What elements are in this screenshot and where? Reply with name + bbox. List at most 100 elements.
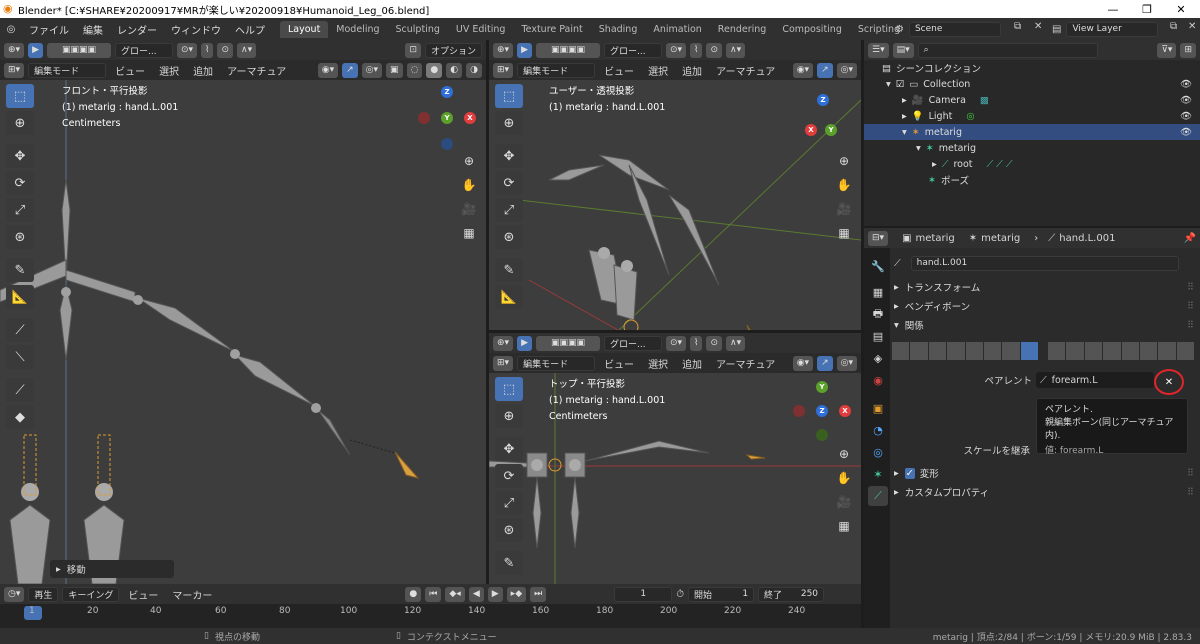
ortho-grid-icon[interactable]: ▦	[458, 222, 480, 244]
gizmo-neg-x[interactable]	[793, 405, 805, 417]
gizmo-neg-z[interactable]	[441, 138, 453, 150]
pivot-icon[interactable]: ⊙▾	[665, 335, 687, 351]
visibility-icon[interactable]: ◉▾	[792, 62, 814, 78]
gizmo-toggle-icon[interactable]: ↗	[342, 62, 358, 78]
shading-render-icon[interactable]: ◑	[466, 62, 482, 78]
gizmo-toggle-icon[interactable]: ↗	[817, 355, 833, 371]
pivot-icon[interactable]: ⊙▾	[665, 42, 687, 58]
outliner-item-pose[interactable]: ✶ ポーズ	[864, 172, 1200, 188]
cursor-tool-icon[interactable]: ⊕	[495, 404, 523, 428]
zoom-icon[interactable]: ⊕	[458, 150, 480, 172]
visibility-icon[interactable]: ◉▾	[792, 355, 814, 371]
move-tool-icon[interactable]: ✥	[495, 437, 523, 461]
new-collection-icon[interactable]: ⊞	[1180, 42, 1196, 58]
eye-icon[interactable]: 👁	[1180, 111, 1192, 122]
bone-layers-left[interactable]	[892, 342, 1038, 360]
gizmo-y[interactable]: Y	[825, 124, 837, 136]
panel-relations[interactable]: ▾ 関係 ⠿	[894, 316, 1200, 334]
outliner-item-light[interactable]: ▸ 💡 Light ◎ 👁	[864, 108, 1200, 124]
shading-material-icon[interactable]: ◐	[446, 62, 463, 78]
transform-tool-icon[interactable]: ⊛	[6, 225, 34, 249]
filter-icon[interactable]: ⊽▾	[1157, 42, 1177, 58]
gizmo-neg-x[interactable]	[418, 112, 430, 124]
current-frame-field[interactable]: 1	[614, 586, 673, 602]
menu-keying[interactable]: キーイング	[62, 586, 120, 602]
editor-type-icon[interactable]: ⊞▾	[4, 62, 25, 78]
end-frame-field[interactable]: 終了 250	[758, 586, 825, 602]
menu-armature[interactable]: アーマチュア	[222, 63, 291, 78]
select-box-buttons[interactable]: ▣▣▣▣	[535, 335, 600, 351]
cursor-tool-icon[interactable]: ⊕	[495, 111, 523, 135]
falloff-icon[interactable]: ∧▾	[726, 42, 746, 58]
checkbox-icon[interactable]: ☑	[896, 79, 905, 90]
clear-parent-button[interactable]: ✕	[1154, 369, 1184, 395]
outliner-item-root[interactable]: ▸ ⟋ root ⟋ ⟋ ⟋	[864, 156, 1200, 172]
transform-orientation[interactable]: グロー...	[603, 335, 662, 351]
menu-file[interactable]: ファイル	[22, 22, 76, 37]
last-operator-panel[interactable]: ▸ 移動	[50, 560, 174, 578]
view-layer-name[interactable]: View Layer	[1066, 21, 1159, 37]
scene-selector[interactable]: ⚙ Scene	[895, 21, 1010, 37]
camera-view-icon[interactable]: 🎥	[458, 198, 480, 220]
blender-menu-icon[interactable]: ◎	[0, 24, 22, 35]
select-box-buttons[interactable]: ▣▣▣▣	[535, 42, 600, 58]
render-tab-icon[interactable]: ▦	[868, 282, 888, 302]
menu-edit[interactable]: 編集	[76, 22, 110, 37]
measure-tool-icon[interactable]: 📐	[495, 285, 523, 309]
menu-help[interactable]: ヘルプ	[228, 22, 272, 37]
gizmo-x[interactable]: X	[839, 405, 851, 417]
annotate-tool-icon[interactable]: ✎	[495, 258, 523, 282]
play-reverse-icon[interactable]: ◀	[468, 586, 484, 602]
bone-size-tool-icon[interactable]: ⟍	[6, 345, 34, 369]
editor-type-button[interactable]: ⊕▾	[4, 42, 25, 58]
new-view-layer-icon[interactable]: ⧉	[1170, 21, 1177, 32]
physics-tab-icon[interactable]: ◎	[868, 442, 888, 462]
menu-armature[interactable]: アーマチュア	[711, 63, 780, 78]
tab-modeling[interactable]: Modeling	[328, 21, 387, 38]
close-window-button[interactable]: ✕	[1164, 0, 1198, 18]
gizmo-toggle-icon[interactable]: ↗	[817, 62, 833, 78]
pivot-icon[interactable]: ⊙▾	[176, 42, 198, 58]
falloff-icon[interactable]: ∧▾	[726, 335, 746, 351]
proportional-icon[interactable]: ⊙	[217, 42, 233, 58]
jump-end-icon[interactable]: ⏭	[530, 586, 547, 602]
ortho-grid-icon[interactable]: ▦	[833, 222, 855, 244]
snap-icon[interactable]: ⌇	[690, 42, 703, 58]
armature-data-tab-icon[interactable]: ✶	[868, 464, 888, 484]
tab-animation[interactable]: Animation	[645, 21, 709, 38]
pan-hand-icon[interactable]: ✋	[833, 467, 855, 489]
panel-bendy-bones[interactable]: ▸ ベンディボーン ⠿	[894, 297, 1200, 315]
modifier-tab-icon[interactable]: ◔	[868, 420, 888, 440]
menu-add[interactable]: 追加	[188, 63, 218, 78]
proportional-icon[interactable]: ⊙	[706, 42, 722, 58]
visibility-icon[interactable]: ◉▾	[317, 62, 339, 78]
gizmo-y[interactable]: Y	[816, 381, 828, 393]
zoom-icon[interactable]: ⊕	[833, 150, 855, 172]
bone-tab-icon[interactable]: ⟋	[868, 486, 888, 506]
menu-marker[interactable]: マーカー	[167, 587, 217, 602]
envelope-tool-icon[interactable]: ◆	[6, 405, 34, 429]
editor-type-icon[interactable]: ⊞▾	[493, 355, 514, 371]
view-layer-selector[interactable]: ▤ View Layer	[1052, 21, 1167, 37]
options-dropdown[interactable]: オプション	[424, 42, 482, 58]
rotate-tool-icon[interactable]: ⟳	[495, 171, 523, 195]
ortho-grid-icon[interactable]: ▦	[833, 515, 855, 537]
viewport-top[interactable]: ⊕▾ ▶ ▣▣▣▣ グロー... ⊙▾ ⌇ ⊙ ∧▾ ⊞▾ 編集モード ビュー …	[489, 333, 861, 584]
expand-arrow-icon[interactable]: ▾	[886, 79, 891, 90]
select-mode-button[interactable]: ▶	[517, 335, 532, 351]
zoom-icon[interactable]: ⊕	[833, 443, 855, 465]
panel-custom-properties[interactable]: ▸ カスタムプロパティ ⠿	[894, 483, 1200, 501]
snap-icon[interactable]: ⌇	[201, 42, 214, 58]
minimize-button[interactable]: —	[1096, 0, 1130, 18]
editor-type-icon[interactable]: ⊞▾	[493, 62, 514, 78]
outliner-item-camera[interactable]: ▸ 🎥 Camera ▩ 👁	[864, 92, 1200, 108]
pan-hand-icon[interactable]: ✋	[458, 174, 480, 196]
record-icon[interactable]: ●	[405, 586, 422, 602]
move-tool-icon[interactable]: ✥	[6, 144, 34, 168]
scale-tool-icon[interactable]: ⤢	[6, 198, 34, 222]
outliner-item-metarig[interactable]: ▾ ✶ metarig 👁	[864, 124, 1200, 140]
gizmo-z[interactable]: Z	[816, 405, 828, 417]
properties-editor-icon[interactable]: ⊟▾	[868, 230, 889, 246]
tab-shading[interactable]: Shading	[591, 21, 646, 38]
expand-arrow-icon[interactable]: ▾	[916, 143, 921, 154]
